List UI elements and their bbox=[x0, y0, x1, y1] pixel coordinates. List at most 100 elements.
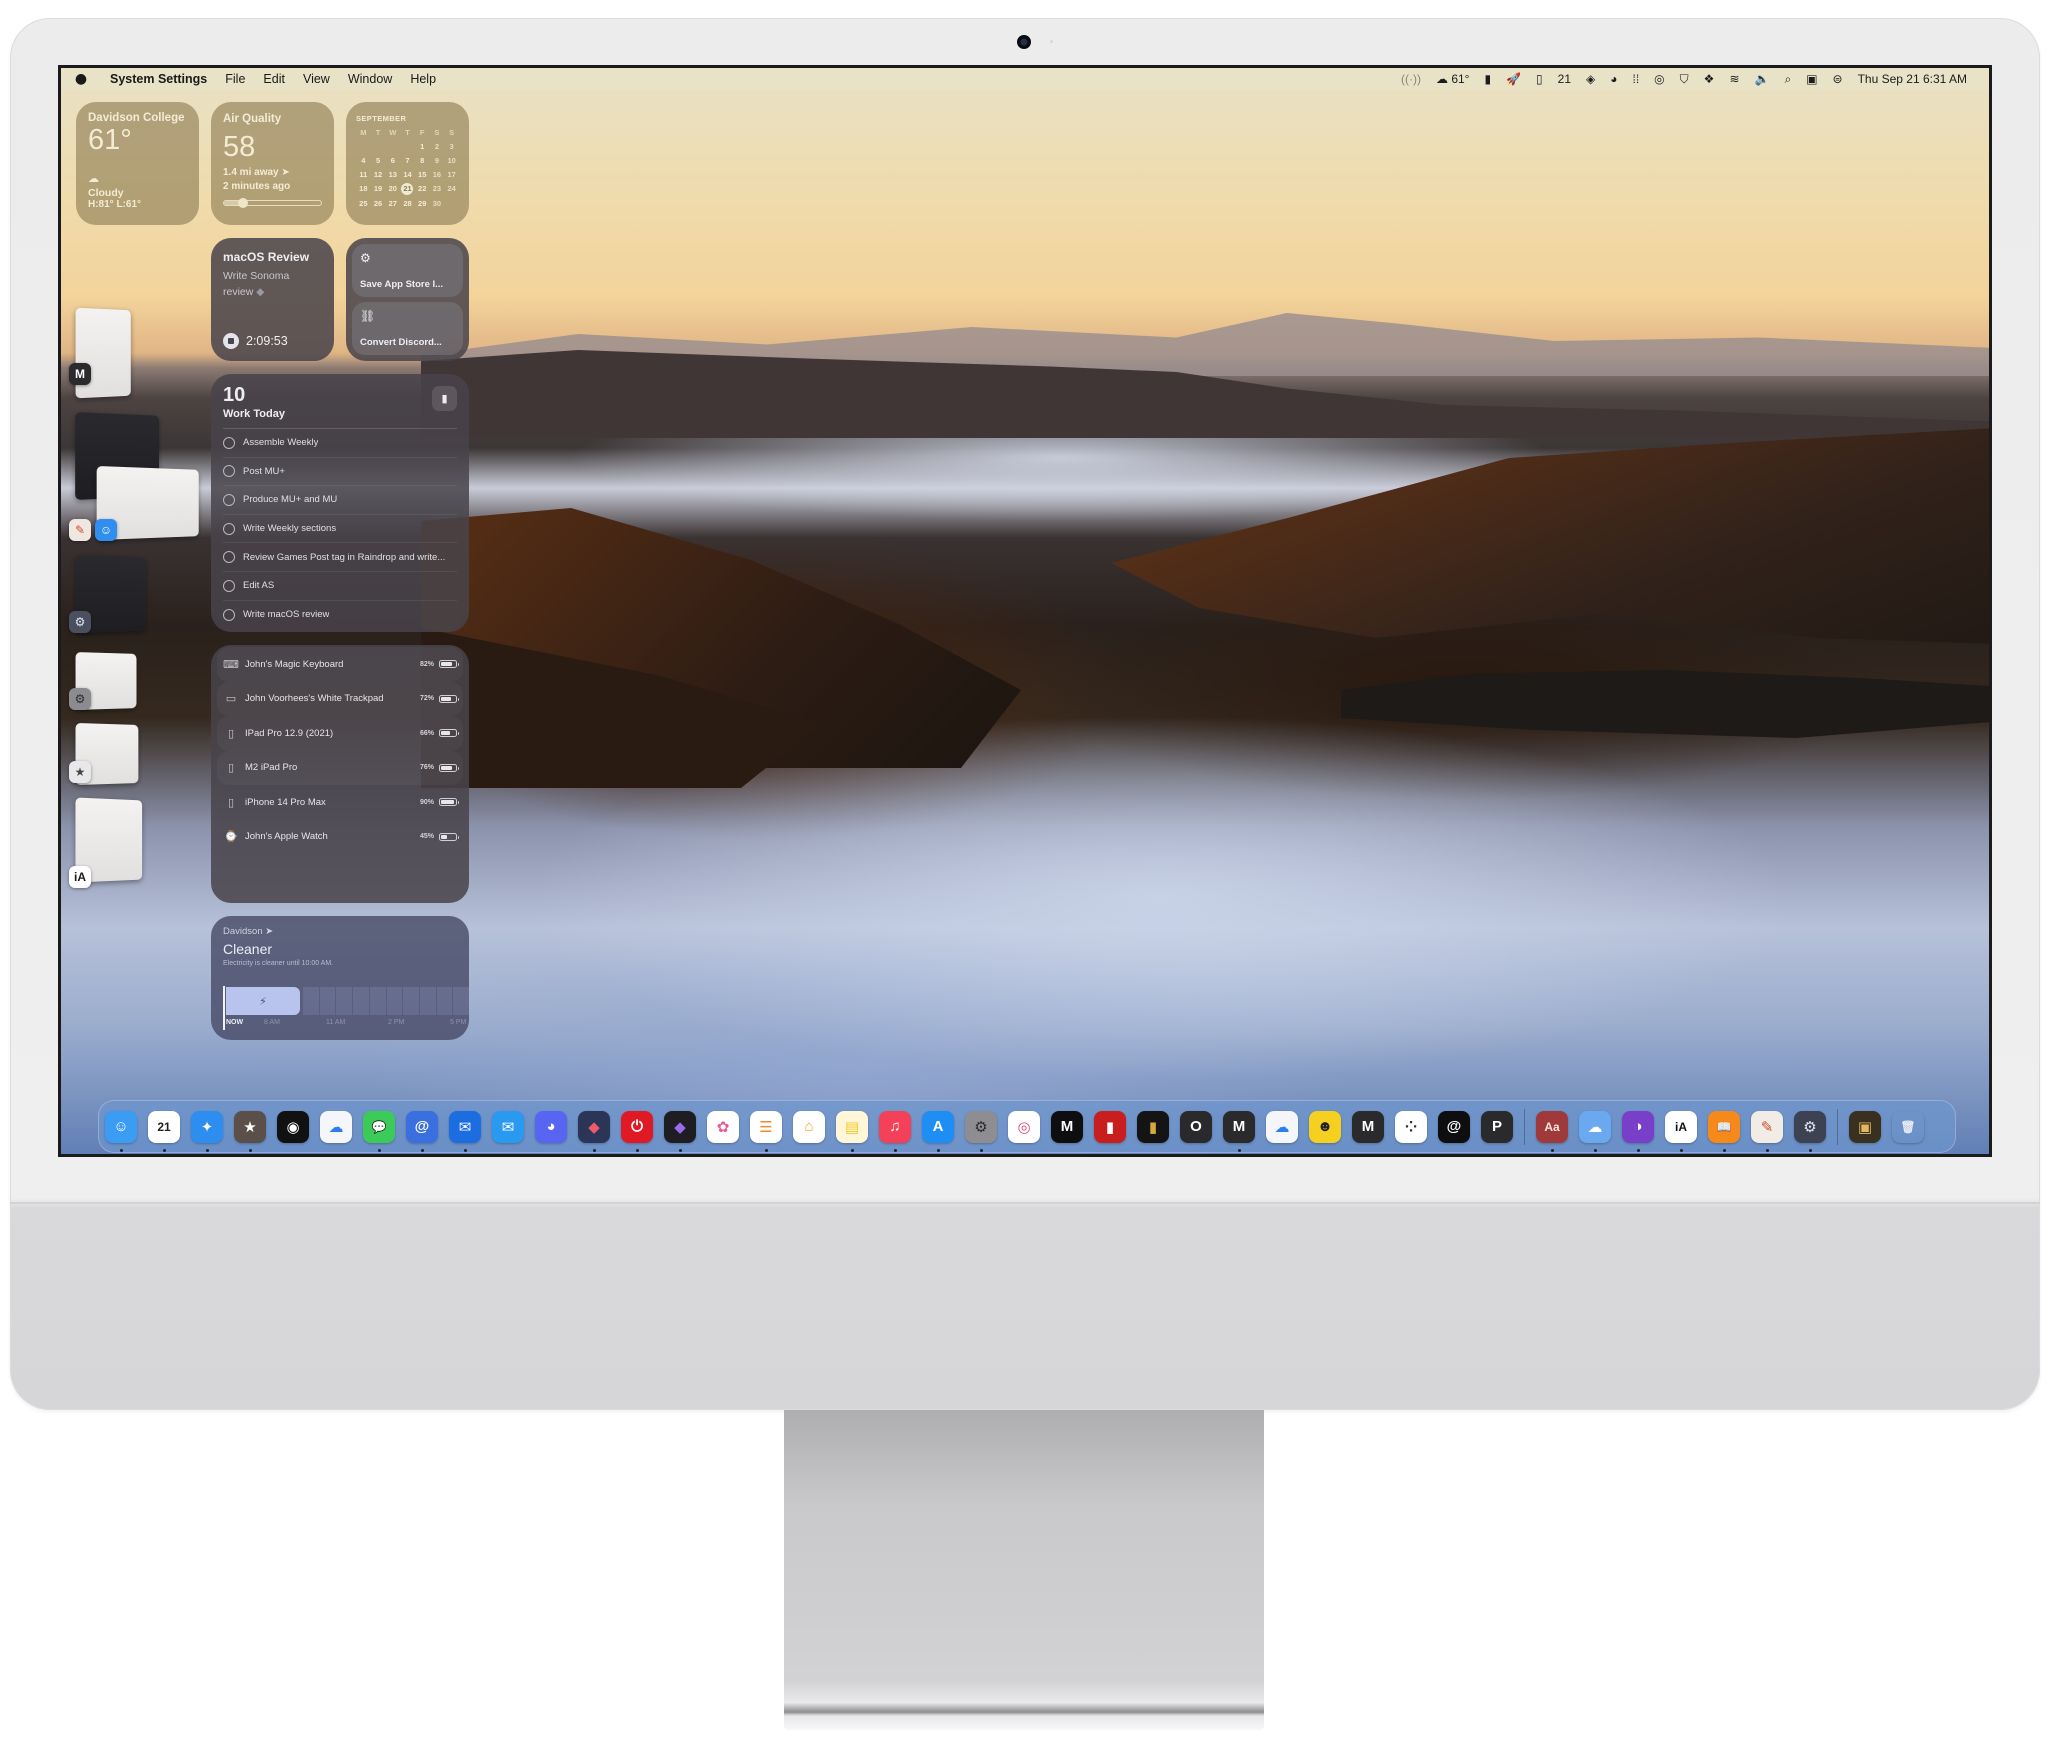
dock-launchpad[interactable]: ⁘ bbox=[1395, 1110, 1427, 1143]
weather-widget[interactable]: Davidson College 61° ☁ Cloudy H:81° L:61… bbox=[76, 102, 199, 225]
dock-reeder[interactable]: ★ bbox=[234, 1110, 266, 1152]
dock-tot[interactable]: ◉ bbox=[277, 1110, 309, 1143]
shortcut-convert-discord[interactable]: ⛓ Convert Discord... bbox=[352, 302, 463, 355]
dock-mimestream[interactable]: ✉ bbox=[449, 1110, 481, 1152]
dock-timery[interactable]: ⏻ bbox=[621, 1110, 653, 1152]
dock-notes[interactable]: ▤ bbox=[836, 1110, 868, 1152]
calendar-day[interactable]: 6 bbox=[385, 155, 400, 166]
calendar-today[interactable]: 21 bbox=[401, 183, 414, 195]
calendar-day[interactable]: 15 bbox=[415, 169, 430, 180]
calendar-day[interactable]: 3 bbox=[444, 141, 459, 152]
menu-edit[interactable]: Edit bbox=[254, 72, 294, 86]
dock-safari[interactable]: ✦ bbox=[191, 1110, 223, 1152]
shield-icon[interactable]: ⛉ bbox=[1680, 68, 1689, 90]
menu-window[interactable]: Window bbox=[339, 72, 401, 86]
dock-finder[interactable]: ☺ bbox=[105, 1110, 137, 1152]
dock-pocket-casts[interactable]: P bbox=[1481, 1110, 1513, 1143]
dropbox-icon[interactable]: ❖ bbox=[1704, 68, 1715, 90]
timery-widget[interactable]: macOS Review Write Sonoma review ◆ 2:09:… bbox=[211, 238, 334, 361]
dock-omnivore[interactable]: O bbox=[1180, 1110, 1212, 1143]
dock-github-desktop[interactable]: ◑ bbox=[1622, 1110, 1654, 1152]
menu-bar-clock[interactable]: Thu Sep 21 6:31 AM bbox=[1858, 68, 1967, 90]
dock-icloud[interactable]: ☁ bbox=[320, 1110, 352, 1143]
rocket-icon[interactable]: 🚀 bbox=[1506, 68, 1521, 90]
calendar-day[interactable]: 14 bbox=[400, 169, 415, 180]
dock-photos[interactable]: ✿ bbox=[707, 1110, 739, 1143]
calendar-day[interactable]: 5 bbox=[371, 155, 386, 166]
dock-goodlinks[interactable]: ▮ bbox=[1094, 1110, 1126, 1143]
dock-mona[interactable]: M bbox=[1223, 1110, 1255, 1152]
dock-music[interactable]: ♫ bbox=[879, 1110, 911, 1152]
calendar-day[interactable]: 30 bbox=[430, 198, 445, 209]
calendar-day[interactable]: 16 bbox=[430, 169, 445, 180]
dock-threads[interactable]: @ bbox=[1438, 1110, 1470, 1143]
fingerprint-icon[interactable]: ◎ bbox=[1654, 68, 1664, 90]
calendar-day[interactable]: 11 bbox=[356, 169, 371, 180]
wifi-icon[interactable]: ≋ bbox=[1729, 68, 1739, 90]
dock-obsidian[interactable]: ◆ bbox=[664, 1110, 696, 1152]
dock-ia-writer[interactable]: iA bbox=[1665, 1110, 1697, 1152]
apple-menu-icon[interactable]: ● bbox=[61, 71, 101, 87]
calendar-widget[interactable]: SEPTEMBER M T W T F S S 1 2 3 4 5 6 7 8 9 10 11 12 13 14 15 16… bbox=[346, 102, 469, 225]
dock-mail[interactable]: ✉ bbox=[492, 1110, 524, 1143]
bookmark-icon[interactable]: ▮ bbox=[1484, 68, 1491, 90]
calendar-day[interactable]: 22 bbox=[415, 183, 430, 194]
calendar-day[interactable]: 17 bbox=[444, 169, 459, 180]
menu-app-name[interactable]: System Settings bbox=[101, 72, 216, 86]
dock-downloads-stack[interactable]: ▣ bbox=[1849, 1110, 1881, 1143]
calendar-day[interactable]: 20 bbox=[385, 183, 400, 194]
calendar-date-icon[interactable]: 21 bbox=[1558, 68, 1571, 90]
dock-medium[interactable]: M bbox=[1352, 1110, 1384, 1143]
reminder-checkbox[interactable] bbox=[223, 579, 235, 592]
calendar-day[interactable]: 7 bbox=[400, 155, 415, 166]
clean-energy-widget[interactable]: Davidson ➤ Cleaner Electricity is cleane… bbox=[211, 916, 469, 1040]
dock-mercury-weather[interactable]: ☁ bbox=[1579, 1110, 1611, 1152]
dock-trash[interactable]: 🗑 bbox=[1892, 1111, 1924, 1143]
air-quality-widget[interactable]: Air Quality 58 1.4 mi away ➤ 2 minutes a… bbox=[211, 102, 334, 225]
reminder-checkbox[interactable] bbox=[223, 493, 235, 506]
calendar-day[interactable]: 25 bbox=[356, 198, 371, 209]
dock-system-settings[interactable]: ⚙ bbox=[965, 1110, 997, 1152]
dock-books[interactable]: 📖 bbox=[1708, 1110, 1740, 1152]
dock-icloud-drive[interactable]: ☁ bbox=[1266, 1110, 1298, 1143]
control-center-icon[interactable]: ⊜ bbox=[1833, 68, 1843, 90]
reminder-checkbox[interactable] bbox=[223, 551, 235, 564]
airplay-broadcast-icon[interactable]: ((·)) bbox=[1401, 68, 1421, 90]
dock-mastodon[interactable]: M bbox=[1051, 1110, 1083, 1143]
reminders-list-options-button[interactable]: ▮ bbox=[432, 386, 457, 411]
calendar-day[interactable]: 28 bbox=[400, 198, 415, 209]
dock-app-store[interactable]: A bbox=[922, 1110, 954, 1152]
weather-cloud-icon[interactable]: ☁ 61° bbox=[1436, 68, 1469, 90]
dock-dictionary[interactable]: Aa bbox=[1536, 1110, 1568, 1152]
volume-icon[interactable]: 🔈 bbox=[1755, 68, 1770, 90]
dock-raindrop[interactable]: ▮ bbox=[1137, 1110, 1169, 1143]
dock-home[interactable]: ⌂ bbox=[793, 1110, 825, 1143]
pacman-icon[interactable]: ◕ bbox=[1610, 68, 1617, 90]
menu-view[interactable]: View bbox=[294, 72, 339, 86]
spotlight-search-icon[interactable]: ⌕ bbox=[1784, 68, 1791, 90]
dock-compressor[interactable]: ⚙ bbox=[1794, 1110, 1826, 1152]
calendar-day[interactable]: 27 bbox=[385, 198, 400, 209]
reminder-checkbox[interactable] bbox=[223, 436, 235, 449]
calendar-day[interactable]: 4 bbox=[356, 155, 371, 166]
calendar-day[interactable]: 23 bbox=[430, 183, 445, 194]
dock-pixelmator-pro[interactable]: ✎ bbox=[1751, 1110, 1783, 1152]
menu-file[interactable]: File bbox=[216, 72, 254, 86]
reminder-checkbox[interactable] bbox=[223, 522, 235, 535]
calendar-day[interactable]: 26 bbox=[371, 198, 386, 209]
shortcut-save-app-store[interactable]: ⚙ Save App Store I... bbox=[352, 244, 463, 297]
control-strip-icon[interactable]: ▣ bbox=[1806, 68, 1817, 90]
sidebar-icon[interactable]: ▯ bbox=[1536, 68, 1543, 90]
reminder-checkbox[interactable] bbox=[223, 608, 235, 621]
dock-reminders[interactable]: ☰ bbox=[750, 1110, 782, 1152]
calendar-day[interactable]: 19 bbox=[371, 183, 386, 194]
calendar-day[interactable]: 29 bbox=[415, 198, 430, 209]
menu-help[interactable]: Help bbox=[401, 72, 445, 86]
calendar-day[interactable]: 2 bbox=[430, 141, 445, 152]
calendar-day[interactable]: 1 bbox=[415, 141, 430, 152]
stop-timer-button[interactable] bbox=[223, 333, 239, 349]
layers-icon[interactable]: ◈ bbox=[1586, 68, 1595, 90]
reminder-checkbox[interactable] bbox=[223, 465, 235, 478]
dock-calendar[interactable]: 21 bbox=[148, 1110, 180, 1152]
dock-discord[interactable]: ◕ bbox=[535, 1110, 567, 1143]
